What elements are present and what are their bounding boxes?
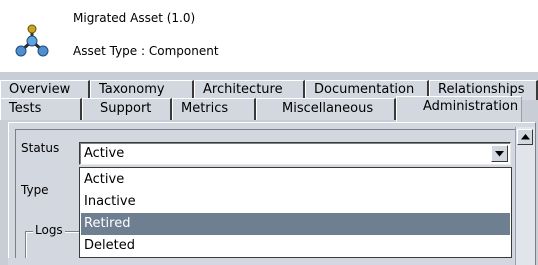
- tab-label: Administration: [423, 99, 519, 114]
- dropdown-option-active[interactable]: Active: [81, 169, 510, 191]
- tab-metrics[interactable]: Metrics: [172, 98, 256, 120]
- tab-label: Taxonomy: [99, 82, 165, 97]
- dropdown-option-inactive[interactable]: Inactive: [81, 191, 510, 213]
- asset-header: Migrated Asset (1.0) Asset Type : Compon…: [0, 0, 538, 72]
- tab-miscellaneous[interactable]: Miscellaneous: [256, 98, 396, 120]
- dropdown-button[interactable]: [491, 145, 508, 162]
- tab-label: Tests: [9, 101, 42, 116]
- tab-overview[interactable]: Overview: [0, 80, 90, 100]
- status-select-value: Active: [84, 146, 125, 161]
- tab-tests[interactable]: Tests: [0, 98, 82, 120]
- tab-label: Metrics: [181, 101, 229, 116]
- tab-architecture[interactable]: Architecture: [194, 80, 305, 100]
- tab-label: Overview: [9, 82, 71, 97]
- status-label: Status: [21, 141, 60, 155]
- tab-taxonomy[interactable]: Taxonomy: [90, 80, 194, 100]
- asset-title: Migrated Asset (1.0): [73, 11, 196, 25]
- component-molecule-icon: [15, 24, 49, 58]
- tab-label: Architecture: [203, 82, 283, 97]
- chevron-up-icon: [521, 134, 530, 140]
- chevron-down-icon: [495, 151, 504, 157]
- logs-label: Logs: [33, 223, 65, 237]
- status-select[interactable]: Active: [79, 142, 511, 165]
- status-dropdown-list: Active Inactive Retired Deleted: [79, 167, 512, 258]
- type-label: Type: [21, 183, 49, 197]
- dropdown-option-deleted[interactable]: Deleted: [81, 235, 510, 257]
- vertical-scrollbar[interactable]: [515, 127, 535, 265]
- scroll-up-button[interactable]: [517, 129, 533, 145]
- dropdown-option-retired[interactable]: Retired: [81, 213, 510, 235]
- tab-administration[interactable]: Administration: [396, 96, 522, 122]
- asset-window: Migrated Asset (1.0) Asset Type : Compon…: [0, 0, 538, 265]
- tab-label: Documentation: [314, 82, 415, 97]
- panel-bottom-edge: [8, 258, 508, 265]
- tab-label: Miscellaneous: [282, 101, 374, 116]
- tab-label: Relationships: [438, 82, 525, 97]
- tab-label: Support: [100, 101, 152, 116]
- tab-support[interactable]: Support: [82, 98, 172, 120]
- asset-type: Asset Type : Component: [73, 44, 219, 58]
